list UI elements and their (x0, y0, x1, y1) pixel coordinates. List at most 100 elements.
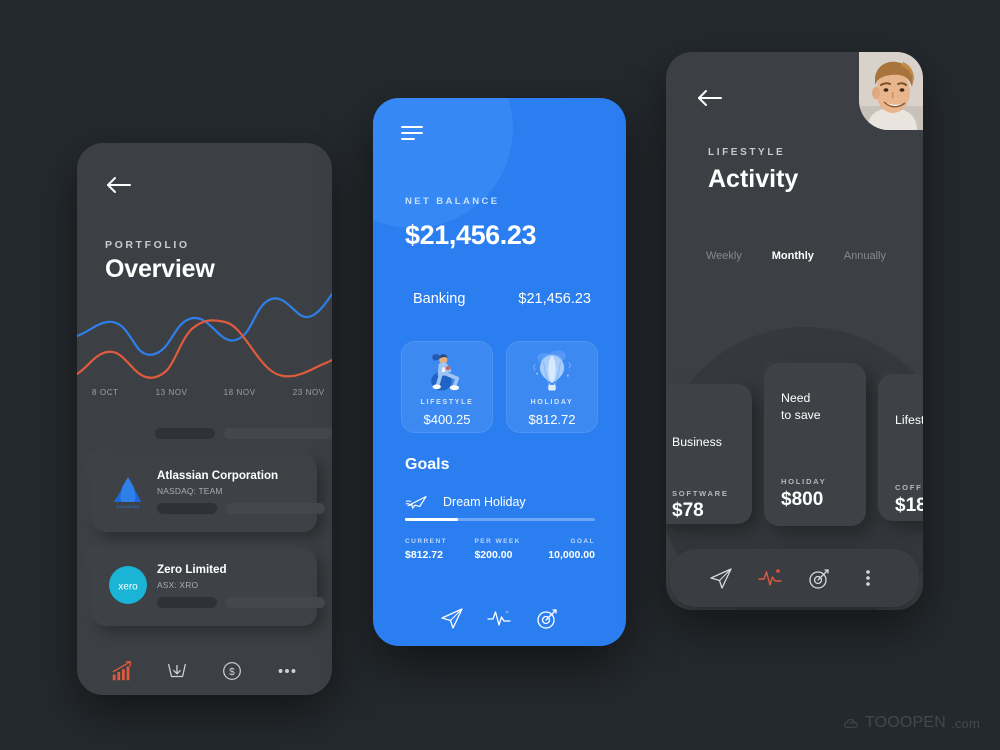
category-label: LIFESTYLE (420, 399, 474, 406)
airplane-icon (405, 496, 427, 509)
card-value: $180 (895, 495, 923, 516)
x-tick: 18 NOV (223, 388, 256, 397)
back-button[interactable] (696, 86, 724, 110)
dollar-circle-icon: $ (222, 661, 241, 680)
xero-logo: xero (108, 565, 148, 605)
card-title-line2: to save (781, 408, 821, 422)
stat-value: $200.00 (474, 549, 513, 561)
person-sitting-illustration (402, 346, 492, 394)
activity-card-need-to-save[interactable]: Need to save HOLIDAY $800 (764, 363, 866, 526)
canvas: PORTFOLIO Overview 8 OCT 13 NOV 18 NOV 2… (0, 0, 1000, 750)
card-key: SOFTWARE (672, 489, 729, 498)
portfolio-screen: PORTFOLIO Overview 8 OCT 13 NOV 18 NOV 2… (77, 143, 332, 695)
tab-monthly[interactable]: Monthly (772, 250, 814, 262)
activity-card-lifestyle[interactable]: Lifestyle COFFEE $180 (878, 374, 923, 521)
account-value: $21,456.23 (518, 291, 591, 307)
stock-list-item[interactable]: xero Zero Limited ASX: XRO (92, 549, 325, 626)
page-eyebrow: PORTFOLIO (105, 239, 190, 251)
goal-name: Dream Holiday (443, 495, 526, 509)
activity-card-business[interactable]: Business SOFTWARE $78 (666, 384, 752, 524)
nav-goals-button[interactable] (806, 565, 832, 591)
tab-annually[interactable]: Annually (844, 250, 886, 262)
skeleton-row (157, 597, 325, 608)
nav-send-button[interactable] (708, 565, 734, 591)
pulse-icon (758, 569, 782, 586)
page-title: Activity (708, 165, 799, 193)
arrow-left-icon (107, 177, 131, 193)
hot-air-balloon-illustration (507, 346, 597, 394)
x-tick: 8 OCT (92, 388, 119, 397)
category-amount: $400.25 (423, 412, 471, 427)
pulse-icon (487, 610, 512, 626)
nav-activity-button[interactable] (757, 565, 783, 591)
category-amount: $812.72 (528, 412, 576, 427)
chart-x-axis: 8 OCT 13 NOV 18 NOV 23 NOV (77, 388, 332, 397)
goal-item[interactable]: Dream Holiday (405, 493, 526, 511)
skeleton-bar (155, 428, 215, 439)
nav-more-button[interactable] (274, 658, 300, 684)
goal-progress-fill (405, 518, 459, 521)
stat-key: PER WEEK (474, 538, 521, 545)
stat-key: CURRENT (405, 538, 448, 545)
paper-plane-icon (709, 568, 732, 589)
banking-screen: NET BALANCE $21,456.23 Banking $21,456.2… (373, 98, 626, 646)
tab-weekly[interactable]: Weekly (706, 250, 742, 262)
category-label: HOLIDAY (530, 399, 574, 406)
portfolio-line-chart (77, 288, 332, 400)
notification-badge-dot (776, 569, 780, 573)
category-card-lifestyle[interactable]: LIFESTYLE $400.25 (401, 341, 493, 433)
account-label: Banking (413, 291, 466, 307)
skeleton-row (155, 428, 332, 439)
watermark-suffix: .com (951, 715, 980, 731)
svg-text:xero: xero (118, 582, 138, 593)
skeleton-bar (224, 428, 332, 439)
nav-send-button[interactable] (439, 605, 465, 631)
nav-chart-growth-button[interactable] (109, 658, 135, 684)
card-title: Lifestyle (895, 413, 923, 427)
activity-bottom-nav (670, 549, 919, 607)
stock-list-item[interactable]: ATLASSIAN Atlassian Corporation NASDAQ: … (92, 455, 325, 532)
stat-value: 10,000.00 (548, 549, 595, 561)
page-eyebrow: LIFESTYLE (708, 147, 786, 158)
card-key: COFFEE (895, 483, 923, 492)
stat-key: GOAL (570, 538, 595, 545)
period-tabs: Weekly Monthly Annually (706, 250, 886, 262)
arrow-left-icon (698, 90, 722, 106)
target-dart-icon (537, 609, 557, 629)
activity-screen: LIFESTYLE Activity Weekly Monthly Annual… (666, 52, 923, 610)
skeleton-bar (225, 597, 325, 608)
card-key: HOLIDAY (781, 477, 827, 486)
net-balance-value: $21,456.23 (405, 220, 537, 250)
goal-progress-bar[interactable] (405, 518, 595, 521)
page-title: Overview (105, 255, 215, 283)
stock-name: Atlassian Corporation (157, 469, 279, 482)
goal-stat-per-week: PER WEEK $200.00 (474, 538, 520, 561)
nav-inbox-button[interactable] (164, 658, 190, 684)
skeleton-bar (157, 597, 217, 608)
skeleton-bar (157, 503, 217, 514)
atlassian-logo: ATLASSIAN (108, 471, 148, 511)
menu-button[interactable] (401, 126, 423, 142)
banking-bottom-nav (373, 593, 626, 643)
stock-ticker: NASDAQ: TEAM (157, 486, 223, 496)
back-button[interactable] (105, 173, 133, 197)
user-avatar-photo (859, 52, 923, 130)
more-vertical-icon (866, 570, 871, 586)
category-card-holiday[interactable]: HOLIDAY $812.72 (506, 341, 598, 433)
watermark: TOOOPEN .com (843, 714, 980, 732)
skeleton-row (157, 503, 325, 514)
card-value: $800 (781, 489, 824, 510)
stock-name: Zero Limited (157, 563, 227, 576)
goal-stat-goal: GOAL 10,000.00 (548, 538, 595, 561)
svg-text:ATLASSIAN: ATLASSIAN (116, 505, 139, 509)
balance-eyebrow: NET BALANCE (405, 196, 500, 207)
avatar[interactable] (859, 52, 923, 130)
nav-dollar-button[interactable]: $ (219, 658, 245, 684)
nav-goals-button[interactable] (534, 605, 560, 631)
stat-value: $812.72 (405, 549, 443, 561)
card-title-line1: Need (781, 391, 811, 405)
nav-more-button[interactable] (855, 565, 881, 591)
cloud-icon (843, 718, 858, 728)
x-tick: 13 NOV (155, 388, 188, 397)
nav-activity-button[interactable] (486, 605, 512, 631)
